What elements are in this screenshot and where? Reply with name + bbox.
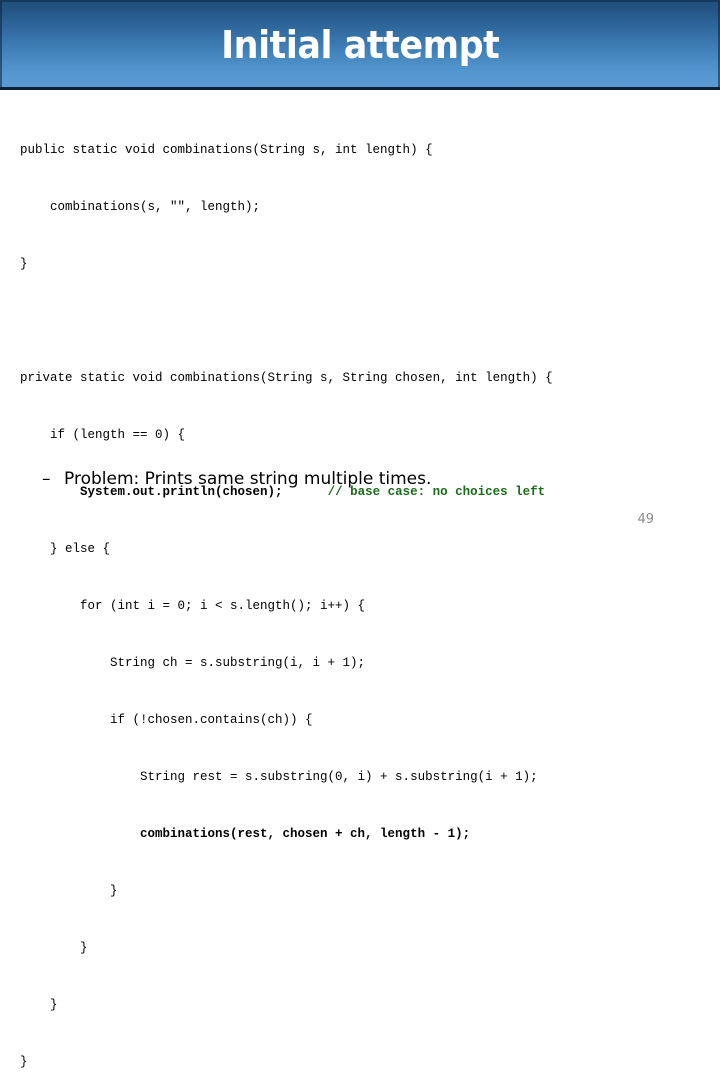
code-line: } else { (20, 542, 111, 556)
code-line: } (20, 941, 88, 955)
code-line-recursive-call: combinations(rest, chosen + ch, length -… (20, 827, 471, 841)
page-title: Initial attempt (220, 22, 500, 67)
code-line: if (!chosen.contains(ch)) { (20, 713, 313, 727)
code-line: } (20, 257, 28, 271)
code-line: public static void combinations(String s… (20, 143, 433, 157)
bullet-item-label: Problem: Prints same string multiple tim… (64, 469, 432, 489)
code-block: public static void combinations(String s… (20, 103, 710, 1080)
code-line: String ch = s.substring(i, i + 1); (20, 656, 366, 670)
title-banner: Initial attempt (0, 0, 720, 90)
code-line: if (length == 0) { (20, 428, 186, 442)
bullet-item: – Problem: Prints same string multiple t… (42, 469, 431, 489)
code-line: String rest = s.substring(0, i) + s.subs… (20, 770, 538, 784)
code-line: private static void combinations(String … (20, 371, 553, 385)
code-line: } (20, 884, 118, 898)
code-line: combinations(s, "", length); (20, 200, 261, 214)
slide-number: 49 (637, 512, 654, 527)
code-line: } (20, 1055, 28, 1069)
code-line: } (20, 998, 58, 1012)
code-line: for (int i = 0; i < s.length(); i++) { (20, 599, 366, 613)
bullet-dash-icon: – (42, 469, 51, 489)
slide: Initial attempt public static void combi… (0, 0, 720, 1069)
